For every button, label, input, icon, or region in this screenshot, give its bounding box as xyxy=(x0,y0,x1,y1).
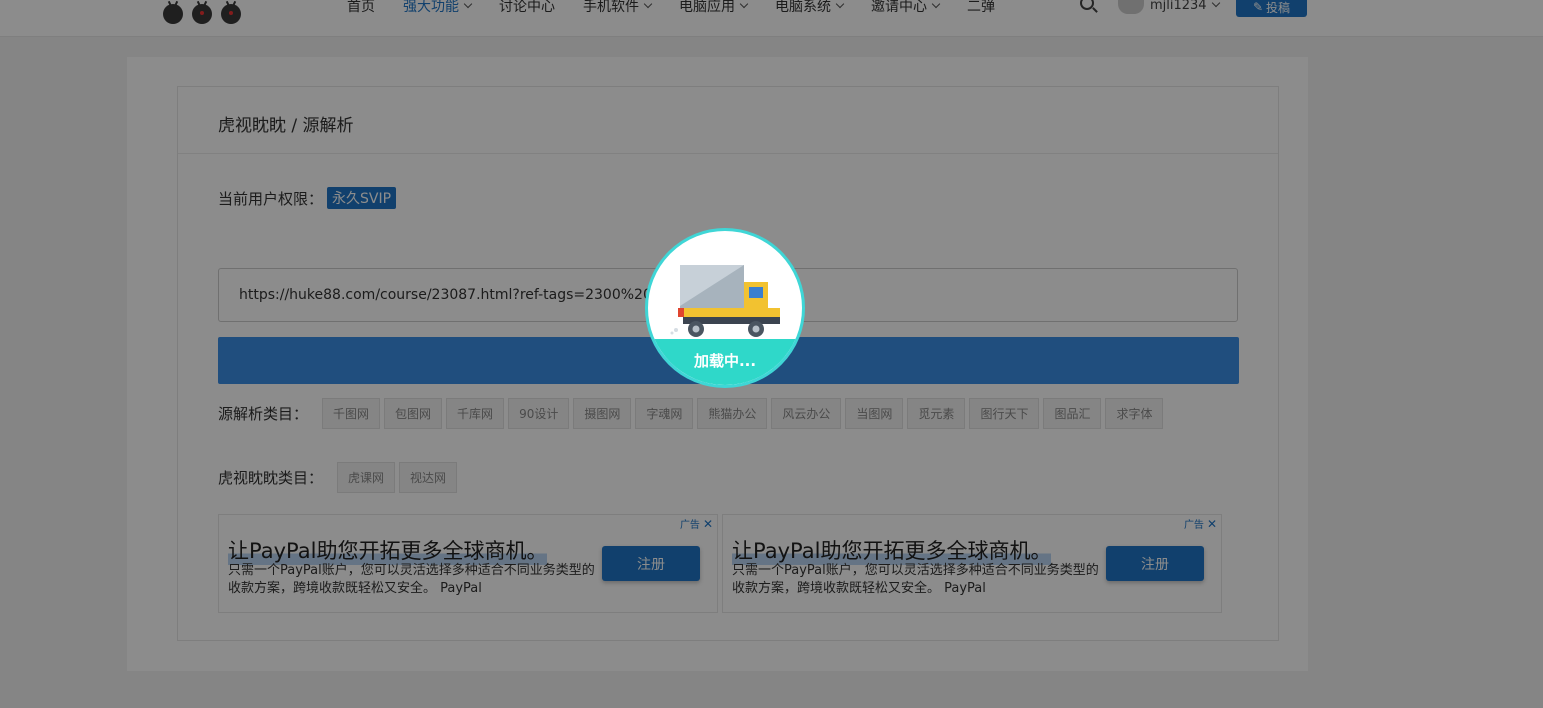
loading-text: 加载中... xyxy=(693,352,757,370)
loading-indicator: 加载中... xyxy=(645,228,805,388)
